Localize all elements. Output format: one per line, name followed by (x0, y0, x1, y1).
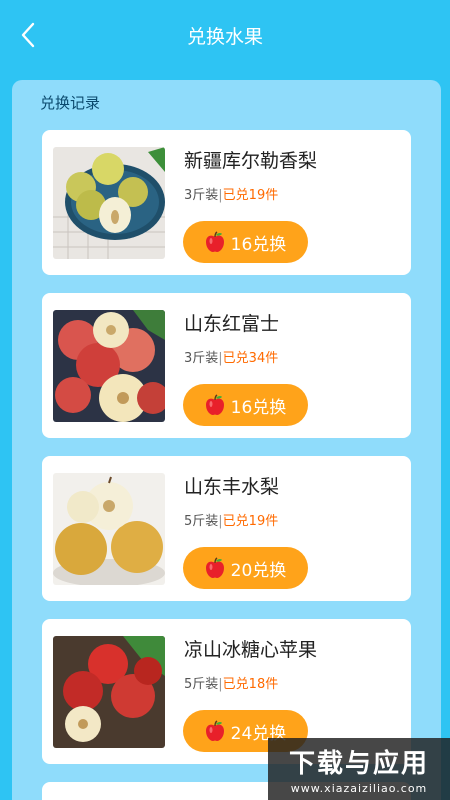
watermark: 下载与应用 www.xiazaiziliao.com (268, 738, 450, 800)
fruit-spec: 3斤装 (184, 351, 219, 366)
red-apples-image (53, 310, 165, 422)
fruit-name: 山东红富士 (184, 313, 280, 335)
fruit-spec: 5斤装 (184, 514, 219, 529)
fruit-card[interactable]: 山东丰水梨 5斤装|已兑19件 20兑换 (42, 456, 411, 601)
section-title: 兑换记录 (40, 94, 101, 112)
fruit-meta: 3斤装|已兑19件 (184, 184, 278, 203)
page-title: 兑换水果 (186, 25, 263, 48)
apple-icon (205, 231, 225, 253)
fruit-name: 山东丰水梨 (184, 476, 280, 498)
redeem-button[interactable]: 16兑换 (183, 221, 308, 263)
redeem-label: 16兑换 (230, 234, 287, 255)
back-button[interactable] (14, 20, 42, 50)
redeem-button[interactable]: 20兑换 (183, 547, 308, 589)
fruit-spec: 3斤装 (184, 188, 219, 203)
redeem-label: 20兑换 (230, 560, 287, 581)
apple-icon (205, 557, 225, 579)
fruit-name: 新疆库尔勒香梨 (184, 150, 318, 172)
chevron-left-icon (21, 22, 35, 48)
fruit-meta: 5斤装|已兑19件 (184, 510, 278, 529)
sold-count: 已兑18件 (222, 677, 279, 692)
watermark-title: 下载与应用 (288, 749, 429, 779)
sold-count: 已兑19件 (222, 514, 279, 529)
fruit-name: 凉山冰糖心苹果 (184, 639, 318, 661)
apples-basket-image (53, 636, 165, 748)
apple-icon (205, 394, 225, 416)
redeem-button[interactable]: 16兑换 (183, 384, 308, 426)
redeem-label: 16兑换 (230, 397, 287, 418)
pear-plate-image (53, 147, 165, 259)
watermark-url: www.xiazaiziliao.com (290, 782, 428, 795)
golden-pears-image (53, 473, 165, 585)
fruit-card[interactable]: 新疆库尔勒香梨 3斤装|已兑19件 16兑换 (42, 130, 411, 275)
sold-count: 已兑19件 (222, 188, 279, 203)
header: 兑换水果 (0, 0, 450, 70)
fruit-card[interactable]: 山东红富士 3斤装|已兑34件 16兑换 (42, 293, 411, 438)
sold-count: 已兑34件 (222, 351, 279, 366)
fruit-meta: 5斤装|已兑18件 (184, 673, 278, 692)
fruit-meta: 3斤装|已兑34件 (184, 347, 278, 366)
apple-icon (205, 720, 225, 742)
fruit-spec: 5斤装 (184, 677, 219, 692)
